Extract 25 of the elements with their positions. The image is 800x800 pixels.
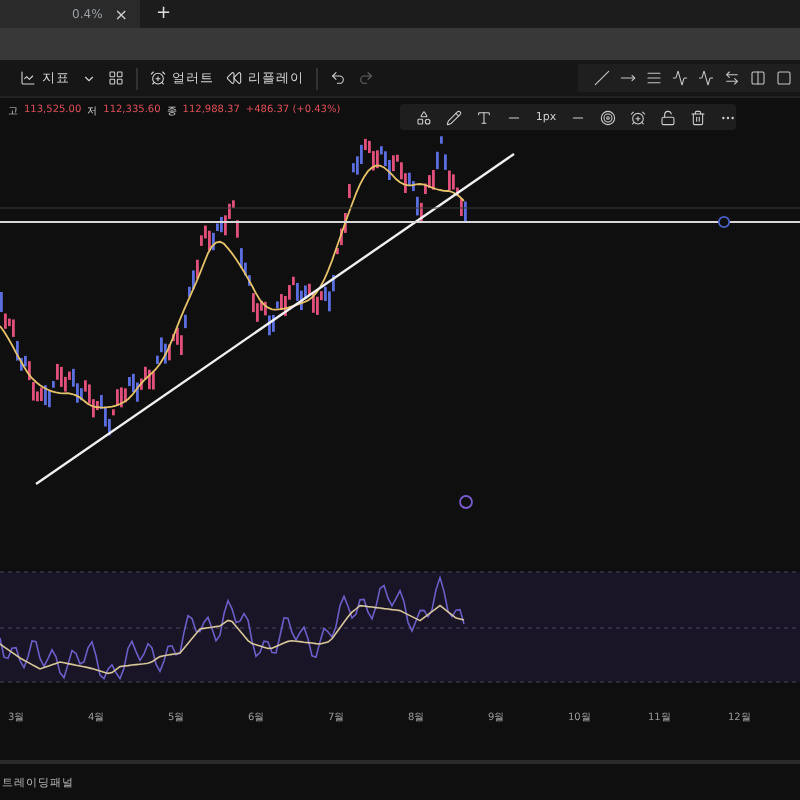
chart-line-icon — [20, 70, 36, 86]
pencil-icon[interactable] — [445, 109, 462, 125]
line-handle[interactable] — [717, 215, 731, 229]
trend-line[interactable] — [35, 153, 515, 485]
trash-icon[interactable] — [690, 109, 706, 125]
lock-icon[interactable] — [660, 109, 676, 125]
line-tool-icon[interactable] — [594, 70, 610, 86]
lines-tool-icon[interactable] — [646, 70, 662, 86]
undo-icon[interactable] — [330, 70, 346, 86]
grid-icon[interactable] — [108, 70, 124, 86]
rewind-icon — [226, 70, 242, 86]
range-tool-icon[interactable] — [724, 70, 740, 86]
new-tab-button[interactable]: + — [156, 4, 172, 24]
alarm-clock-icon[interactable] — [630, 109, 647, 125]
text-icon[interactable] — [475, 109, 492, 125]
rectangle-tool-icon[interactable] — [776, 70, 792, 86]
tab-close-button[interactable]: × — [114, 5, 128, 23]
wave-tool-icon[interactable] — [698, 70, 714, 86]
shapes-icon[interactable] — [416, 109, 432, 125]
zigzag-tool-icon[interactable] — [672, 70, 688, 86]
caret-icon[interactable] — [82, 71, 96, 85]
alarm-clock-icon — [150, 70, 166, 86]
columns-tool-icon[interactable] — [750, 70, 766, 86]
arrow-tool-icon[interactable] — [620, 70, 636, 86]
redo-icon[interactable] — [358, 70, 374, 86]
